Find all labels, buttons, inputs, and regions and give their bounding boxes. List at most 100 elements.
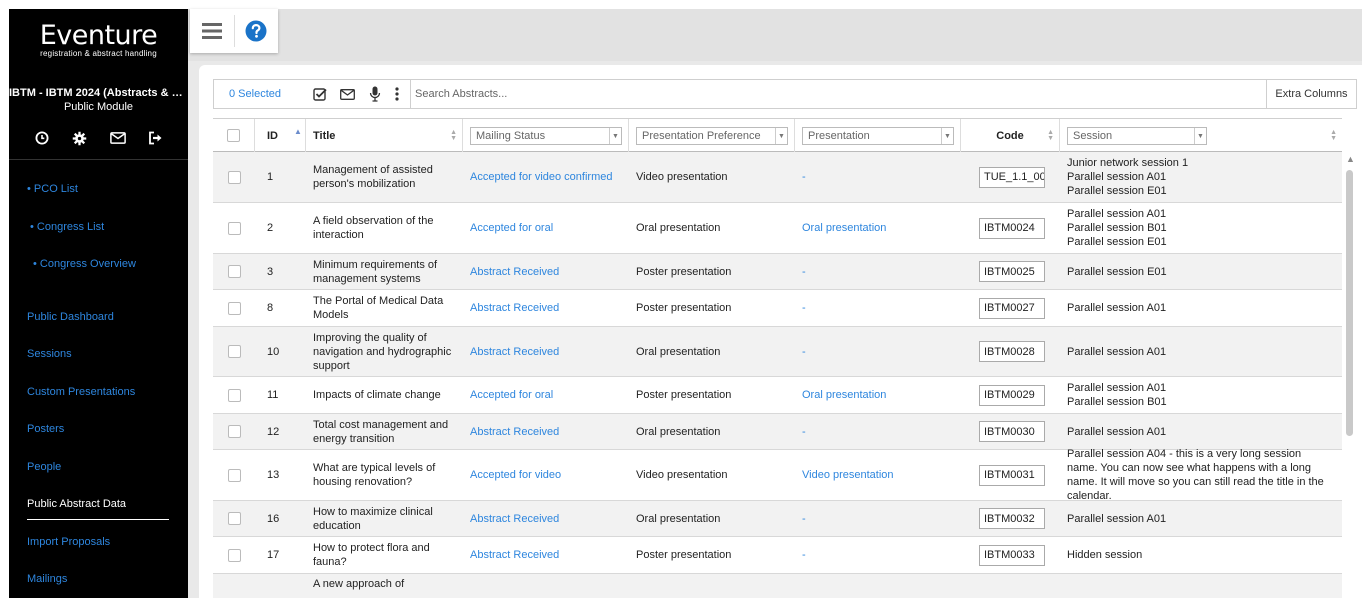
table-row[interactable]: 10 Improving the quality of navigation an… [213,327,1342,377]
row-session: Junior network session 1 Parallel sessio… [1067,157,1189,197]
header-id[interactable]: ID ▲ [255,119,306,152]
sidebar-divider [9,159,188,160]
mail-icon[interactable] [109,130,126,146]
nav-import-proposals[interactable]: Import Proposals [27,536,110,548]
select-all-checkbox[interactable] [227,129,240,142]
mailing-status-filter-label: Mailing Status [476,130,546,142]
row-presentation-link[interactable]: - [802,548,806,562]
row-code-input[interactable]: IBTM0031 [979,464,1045,486]
row-presentation-link[interactable]: - [802,425,806,439]
help-icon [245,20,267,42]
search-abstracts-input[interactable] [411,80,1266,108]
scrollbar-thumb[interactable] [1346,170,1353,436]
row-mailing-status-link[interactable]: Abstract Received [470,301,559,315]
row-checkbox[interactable] [227,548,241,562]
row-presentation-link[interactable]: - [802,301,806,315]
row-mailing-status-link[interactable]: Abstract Received [470,548,559,562]
table-row[interactable]: 1 Management of assisted person's mobiliz… [213,152,1342,203]
check-square-icon[interactable] [311,84,330,104]
row-code-input[interactable]: TUE_1.1_00 [979,166,1045,188]
nav-congress-overview[interactable]: • Congress Overview [33,258,136,270]
row-presentation-link[interactable]: - [802,265,806,279]
row-mailing-status-link[interactable]: Accepted for oral [470,388,553,402]
row-presentation-link[interactable]: - [802,345,806,359]
row-presentation-link[interactable]: - [802,512,806,526]
row-code-input[interactable]: IBTM0033 [979,544,1045,566]
extra-columns-button[interactable]: Extra Columns [1266,80,1356,108]
presentation-preference-filter[interactable]: Presentation Preference ▼ [636,127,788,145]
header-title[interactable]: Title ▲ ▼ [306,119,463,152]
row-session: Parallel session E01 [1067,265,1167,278]
row-code-input[interactable]: IBTM0024 [979,217,1045,239]
menu-button[interactable] [190,9,234,53]
row-session: Parallel session A01 [1067,302,1167,314]
presentation-filter[interactable]: Presentation ▼ [802,127,954,145]
row-presentation-link[interactable]: Oral presentation [802,388,886,402]
row-checkbox[interactable] [227,265,241,278]
nav-public-dashboard[interactable]: Public Dashboard [27,311,114,323]
row-mailing-status-link[interactable]: Accepted for oral [470,221,553,235]
row-presentation-link[interactable]: Oral presentation [802,221,886,235]
more-options-icon[interactable] [394,84,401,104]
clock-icon[interactable] [34,130,50,146]
table-row[interactable]: A new approach of [213,574,1342,598]
session-filter[interactable]: Session ▼ [1067,127,1207,145]
row-checkbox[interactable] [227,388,241,402]
table-row[interactable]: 11 Impacts of climate change Accepted for … [213,377,1342,414]
row-mailing-status-link[interactable]: Accepted for video [470,468,561,482]
selected-count[interactable]: 0 Selected [229,88,311,100]
table-row[interactable]: 13 What are typical levels of housing ren… [213,448,1342,502]
row-presentation-preference: Video presentation [636,469,728,481]
table-row[interactable]: 8 The Portal of Medical Data Models Abstra… [213,290,1342,327]
row-mailing-status-link[interactable]: Abstract Received [470,265,559,279]
row-checkbox[interactable] [227,221,241,235]
nav-people[interactable]: People [27,461,61,473]
row-presentation-link[interactable]: Video presentation [802,468,894,482]
gear-icon[interactable] [72,130,88,146]
row-checkbox[interactable] [227,345,241,358]
row-id: 16 [267,512,280,525]
nav-sessions[interactable]: Sessions [27,348,72,360]
nav-posters[interactable]: Posters [27,423,64,435]
row-checkbox[interactable] [227,468,241,482]
row-mailing-status-link[interactable]: Abstract Received [470,425,559,439]
row-code-input[interactable]: IBTM0027 [979,297,1045,319]
table-row[interactable]: 3 Minimum requirements of management syst… [213,254,1342,290]
help-button[interactable] [234,9,278,53]
sidebar-icon-bar [9,127,188,149]
logout-icon[interactable] [148,130,164,146]
table-row[interactable]: 17 How to protect flora and fauna? Abstrac… [213,537,1342,574]
table-row[interactable]: 16 How to maximize clinical education Abst… [213,501,1342,537]
microphone-icon[interactable] [366,84,385,104]
row-session: Parallel session A01 Parallel session B0… [1067,382,1167,408]
row-checkbox[interactable] [227,512,241,525]
presentation-filter-label: Presentation [808,130,870,142]
row-title: Impacts of climate change [313,389,441,401]
row-mailing-status-link[interactable]: Abstract Received [470,345,559,359]
scroll-up-icon[interactable]: ▲ [1346,154,1355,164]
nav-custom-presentations[interactable]: Custom Presentations [27,386,135,398]
row-checkbox[interactable] [227,170,241,184]
row-code-input[interactable]: IBTM0030 [979,421,1045,442]
row-code-input[interactable]: IBTM0029 [979,384,1045,406]
row-mailing-status-link[interactable]: Abstract Received [470,512,559,526]
row-code-input[interactable]: IBTM0025 [979,261,1045,282]
row-code-input[interactable]: IBTM0028 [979,341,1045,362]
table-row[interactable]: 2 A field observation of the interaction A… [213,203,1342,254]
row-checkbox[interactable] [227,425,241,438]
row-presentation-preference: Poster presentation [636,389,732,401]
row-presentation-link[interactable]: - [802,170,806,184]
nav-public-abstract-data[interactable]: Public Abstract Data [27,498,126,510]
header-code[interactable]: Code ▲ ▼ [961,119,1060,152]
row-code-input[interactable]: IBTM0032 [979,508,1045,529]
nav-congress-list[interactable]: • Congress List [30,221,104,233]
mail-icon[interactable] [338,84,357,104]
nav-pco-list[interactable]: • PCO List [27,183,78,195]
mailing-status-filter[interactable]: Mailing Status ▼ [470,127,622,145]
table-row[interactable]: 12 Total cost management and energy trans… [213,414,1342,450]
vertical-scrollbar[interactable]: ▲ [1344,154,1356,590]
row-checkbox[interactable] [227,301,241,315]
row-mailing-status-link[interactable]: Accepted for video confirmed [470,170,612,184]
nav-mailings[interactable]: Mailings [27,573,67,585]
brand-tagline: registration & abstract handling [40,49,157,58]
